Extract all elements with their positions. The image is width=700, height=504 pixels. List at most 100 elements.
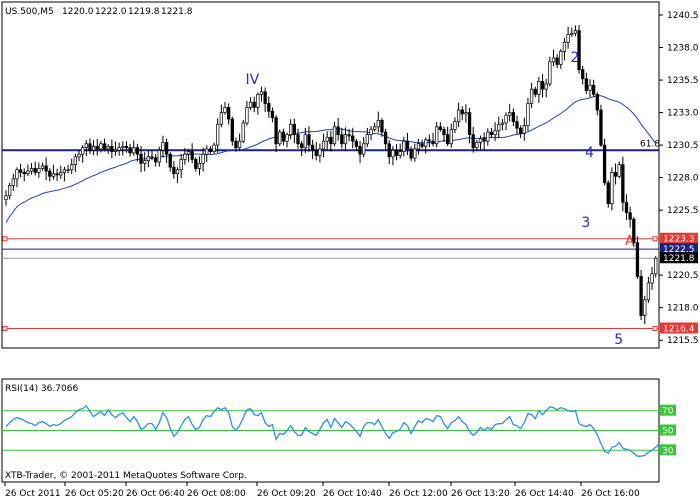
wave-label: A <box>625 234 634 249</box>
time-tick-label: 26 Oct 08:00 <box>187 489 246 499</box>
candle-body <box>529 88 534 104</box>
time-tick-label: 26 Oct 2011 <box>5 489 61 499</box>
candle-body <box>80 147 85 155</box>
candle-body <box>508 112 512 116</box>
candle-body <box>289 123 293 136</box>
candle-body <box>132 147 136 154</box>
candle-body <box>150 156 154 159</box>
candle-body <box>599 109 603 146</box>
level-marker <box>2 236 8 242</box>
candle-body <box>518 127 523 134</box>
candle-body <box>216 123 220 146</box>
candle-body <box>40 165 45 169</box>
candle-body <box>106 146 110 150</box>
candle-body <box>460 109 464 115</box>
candle-body <box>190 151 194 160</box>
candle-body <box>300 143 304 149</box>
level-marker <box>652 325 658 331</box>
time-tick-label: 26 Oct 16:00 <box>581 489 640 499</box>
candle-body <box>29 168 34 172</box>
candle-body <box>471 134 475 149</box>
candle-body <box>362 143 366 155</box>
wave-label: 3 <box>581 215 590 231</box>
candle-body <box>617 164 621 177</box>
candle-body <box>285 134 289 142</box>
candle-body <box>336 126 340 136</box>
price-tick-label: 1238.0 <box>667 44 699 54</box>
candle-body <box>628 212 632 220</box>
candlestick-chart: 705030 61.81223.31216.41222.51221.8 IV24… <box>1 1 699 499</box>
candle-body <box>121 146 125 149</box>
candle-body <box>325 136 329 142</box>
candle-body <box>380 120 384 133</box>
candle-body <box>383 131 388 145</box>
candle-body <box>489 131 494 136</box>
candle-body <box>267 103 271 112</box>
candle-body <box>292 123 296 136</box>
candle-body <box>88 143 92 151</box>
candle-body <box>606 182 610 204</box>
candle-body <box>621 164 625 203</box>
candle-body <box>194 159 198 169</box>
candle-body <box>296 134 300 145</box>
candle-body <box>409 148 413 159</box>
time-tick-label: 26 Oct 14:40 <box>515 489 574 499</box>
candle-body <box>340 134 344 145</box>
candle-body <box>201 153 205 164</box>
candle-body <box>113 149 118 152</box>
candle-body <box>22 172 26 175</box>
candle-body <box>591 84 596 95</box>
candle-body <box>500 122 505 125</box>
candle-body <box>164 142 169 155</box>
candle-body <box>467 112 472 136</box>
candle-body <box>654 257 658 275</box>
price-axis: 1240.5 1238.0 1235.5 1233.0 1230.5 1228.0 1225… <box>659 11 699 346</box>
candle-body <box>493 130 497 136</box>
price-tick-label: 1235.5 <box>667 76 699 86</box>
candle-body <box>48 170 52 177</box>
candle-body <box>241 122 245 142</box>
candle-body <box>263 91 267 104</box>
candle-body <box>73 156 78 165</box>
candle-body <box>431 140 435 145</box>
candle-body <box>373 126 377 130</box>
candle-body <box>179 159 183 171</box>
candle-body <box>234 140 238 149</box>
rsi-label: RSI(14) 36.7066 <box>5 384 78 394</box>
candle-body <box>369 129 373 136</box>
candle-body <box>128 147 132 154</box>
price-tick-label: 1220.5 <box>667 271 699 281</box>
candle-body <box>482 138 486 142</box>
time-tick-label: 26 Oct 13:20 <box>451 489 510 499</box>
candle-body <box>172 166 176 175</box>
candle-body <box>161 142 165 151</box>
candle-body <box>11 178 15 186</box>
candle-body <box>394 149 399 156</box>
rsi-level-label: 30 <box>662 446 674 456</box>
candle-body <box>613 172 618 177</box>
candle-body <box>438 126 442 130</box>
candle-body <box>310 144 315 151</box>
price-tick-label: 1230.5 <box>667 141 699 151</box>
candle-body <box>26 170 30 175</box>
candle-body <box>62 169 67 173</box>
candle-body <box>139 153 143 164</box>
candle-body <box>639 276 643 316</box>
candle-body <box>4 195 8 201</box>
candle-body <box>497 123 501 132</box>
candle-body <box>117 147 121 151</box>
candle-body <box>154 157 158 163</box>
candle-body <box>420 143 424 147</box>
candle-body <box>446 134 450 145</box>
wave-label: IV <box>246 72 260 88</box>
candle-body <box>405 140 410 150</box>
candle-body <box>274 117 278 145</box>
candle-body <box>610 172 614 204</box>
candle-body <box>376 120 380 128</box>
ohlc-high: 1222.0 <box>95 7 127 17</box>
candle-body <box>475 142 479 149</box>
candle-body <box>252 101 256 108</box>
candle-body <box>227 107 231 120</box>
candle-body <box>456 109 461 123</box>
candle-body <box>208 148 213 152</box>
